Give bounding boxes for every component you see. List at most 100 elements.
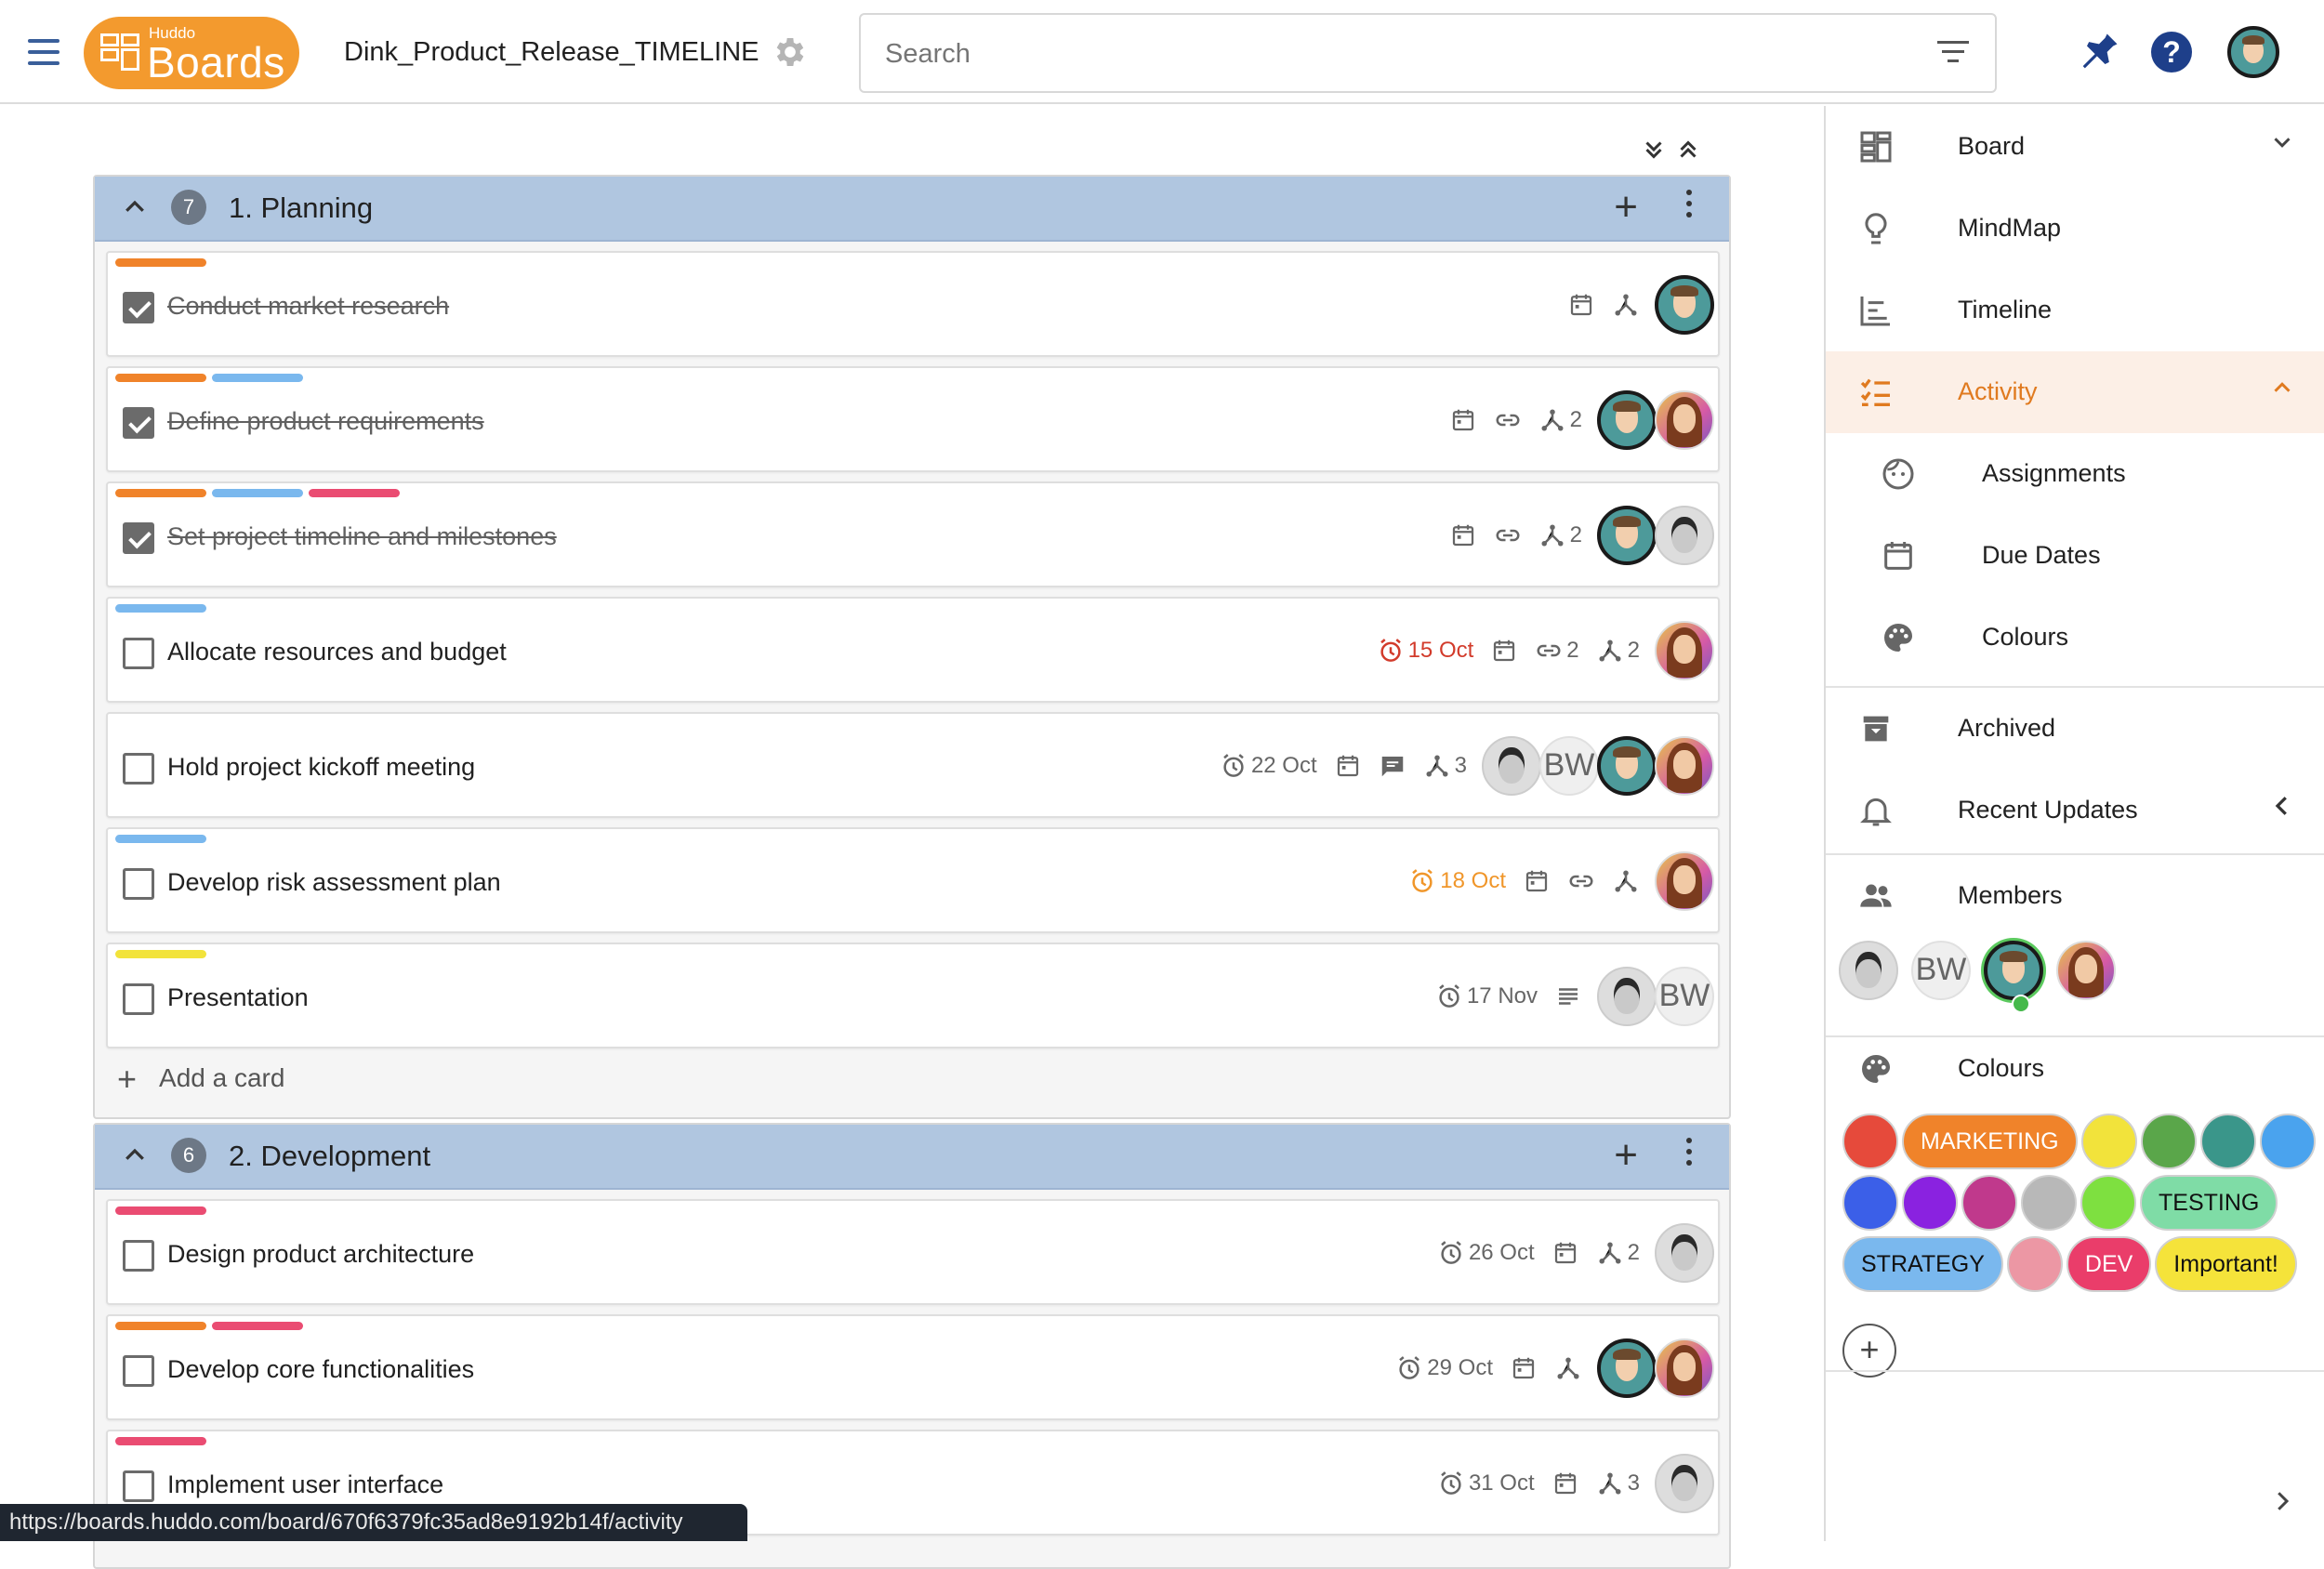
card[interactable]: Conduct market research xyxy=(106,251,1720,357)
colour-chip[interactable] xyxy=(2080,1175,2136,1231)
link-icon[interactable] xyxy=(1567,867,1595,895)
filter-icon[interactable] xyxy=(1937,41,1969,67)
link-icon[interactable]: 2 xyxy=(1535,637,1579,665)
collapse-list-chevron-icon[interactable] xyxy=(121,193,149,228)
pin-icon[interactable] xyxy=(2075,28,2123,76)
calendar-icon[interactable] xyxy=(1552,1470,1579,1497)
link-icon[interactable] xyxy=(1494,406,1522,434)
subtasks-icon[interactable]: 2 xyxy=(1596,1239,1640,1267)
description-icon[interactable] xyxy=(1554,982,1582,1010)
subtasks-icon[interactable]: 2 xyxy=(1538,406,1582,434)
card-title[interactable]: Allocate resources and budget xyxy=(167,638,507,666)
colour-chip[interactable] xyxy=(2006,1236,2063,1292)
card-checkbox[interactable] xyxy=(123,638,154,669)
user-avatar[interactable] xyxy=(2227,26,2279,78)
subtasks-icon[interactable] xyxy=(1612,867,1640,895)
calendar-icon[interactable] xyxy=(1510,1354,1538,1382)
assignee-avatar[interactable] xyxy=(1597,1338,1657,1398)
huddo-boards-logo[interactable]: Huddo Boards xyxy=(84,17,299,89)
assignee-avatar[interactable] xyxy=(1655,1454,1714,1513)
colour-chip[interactable] xyxy=(2021,1175,2077,1231)
list-title[interactable]: 1. Planning xyxy=(229,191,373,225)
chevron-down-icon[interactable] xyxy=(2268,128,2296,163)
card[interactable]: Set project timeline and milestones 2 xyxy=(106,481,1720,587)
member-avatar[interactable] xyxy=(1984,941,2043,1000)
due-date[interactable]: 31 Oct xyxy=(1437,1470,1535,1497)
assignee-avatar[interactable]: BW xyxy=(1655,967,1714,1026)
chevron-right-icon[interactable] xyxy=(2268,1487,2296,1523)
search-input[interactable] xyxy=(885,35,1815,73)
add-card-plus-icon[interactable]: + xyxy=(1614,1132,1638,1179)
card-title[interactable]: Design product architecture xyxy=(167,1240,474,1269)
sidebar-item-colours[interactable]: Colours xyxy=(1826,597,2324,679)
chevron-left-icon[interactable] xyxy=(2268,792,2296,826)
member-avatar[interactable] xyxy=(2056,941,2116,1000)
card-checkbox[interactable] xyxy=(123,292,154,323)
subtasks-icon[interactable] xyxy=(1554,1354,1582,1382)
card-checkbox[interactable] xyxy=(123,407,154,439)
colour-chip[interactable] xyxy=(1842,1175,1898,1231)
assignee-avatar[interactable] xyxy=(1655,1338,1714,1398)
card[interactable]: Hold project kickoff meeting 22 Oct 3 BW xyxy=(106,712,1720,818)
colour-chip[interactable] xyxy=(1961,1175,2017,1231)
card-checkbox[interactable] xyxy=(123,1470,154,1502)
add-card-plus-icon[interactable]: + xyxy=(1614,184,1638,231)
sidebar-item-due-dates[interactable]: Due Dates xyxy=(1826,515,2324,597)
sidebar-item-board[interactable]: Board xyxy=(1826,106,2324,188)
assignee-avatar[interactable] xyxy=(1655,736,1714,796)
calendar-icon[interactable] xyxy=(1567,291,1595,319)
colour-chip[interactable] xyxy=(1842,1114,1898,1169)
assignee-avatar[interactable] xyxy=(1655,621,1714,680)
colour-chip-labelled[interactable]: STRATEGY xyxy=(1842,1236,2003,1292)
card[interactable]: Presentation 17 Nov BW xyxy=(106,943,1720,1048)
sidebar-item-activity[interactable]: Activity xyxy=(1826,351,2324,433)
card-checkbox[interactable] xyxy=(123,983,154,1015)
calendar-icon[interactable] xyxy=(1449,406,1477,434)
assignee-avatar[interactable]: BW xyxy=(1539,736,1599,796)
link-icon[interactable] xyxy=(1494,521,1522,549)
card[interactable]: Allocate resources and budget 15 Oct 2 2 xyxy=(106,597,1720,703)
colour-chip-labelled[interactable]: DEV xyxy=(2066,1236,2152,1292)
card[interactable]: Design product architecture 26 Oct 2 xyxy=(106,1199,1720,1305)
sidebar-item-assignments[interactable]: Assignments xyxy=(1826,433,2324,515)
colour-chip-labelled[interactable]: TESTING xyxy=(2140,1175,2278,1231)
board-title[interactable]: Dink_Product_Release_TIMELINE xyxy=(344,37,759,68)
menu-icon[interactable] xyxy=(28,39,59,65)
sidebar-item-members[interactable]: Members xyxy=(1826,855,2324,937)
chevron-up-icon[interactable] xyxy=(2268,374,2296,408)
subtasks-icon[interactable]: 3 xyxy=(1596,1470,1640,1497)
collapse-all-icon[interactable] xyxy=(1674,134,1702,162)
card-checkbox[interactable] xyxy=(123,1355,154,1387)
comment-icon[interactable] xyxy=(1379,752,1406,780)
colour-chip-labelled[interactable]: MARKETING xyxy=(1902,1114,2078,1169)
card-checkbox[interactable] xyxy=(123,1240,154,1272)
card-title[interactable]: Develop core functionalities xyxy=(167,1355,474,1384)
card-title[interactable]: Conduct market research xyxy=(167,292,449,321)
calendar-icon[interactable] xyxy=(1523,867,1551,895)
colour-chip[interactable] xyxy=(2140,1114,2197,1169)
colour-chip[interactable] xyxy=(2080,1114,2137,1169)
colour-chip[interactable] xyxy=(2199,1114,2256,1169)
sidebar-item-archived[interactable]: Archived xyxy=(1826,688,2324,770)
calendar-icon[interactable] xyxy=(1334,752,1362,780)
subtasks-icon[interactable] xyxy=(1612,291,1640,319)
assignee-avatar[interactable] xyxy=(1655,1223,1714,1283)
subtasks-icon[interactable]: 2 xyxy=(1596,637,1640,665)
sidebar-item-colours-section[interactable]: Colours xyxy=(1826,1028,2324,1110)
colour-chip[interactable] xyxy=(1902,1175,1958,1231)
assignee-avatar[interactable] xyxy=(1597,506,1657,565)
card-checkbox[interactable] xyxy=(123,868,154,900)
member-avatar[interactable]: BW xyxy=(1911,941,1971,1000)
colour-chip-labelled[interactable]: Important! xyxy=(2155,1236,2297,1292)
card-title[interactable]: Presentation xyxy=(167,983,309,1012)
due-date[interactable]: 22 Oct xyxy=(1220,752,1317,780)
card-title[interactable]: Hold project kickoff meeting xyxy=(167,753,475,782)
expand-all-icon[interactable] xyxy=(1640,134,1674,162)
member-avatar[interactable] xyxy=(1839,941,1898,1000)
card[interactable]: Define product requirements 2 xyxy=(106,366,1720,472)
due-date[interactable]: 17 Nov xyxy=(1435,982,1538,1010)
card-title[interactable]: Develop risk assessment plan xyxy=(167,868,501,897)
list-title[interactable]: 2. Development xyxy=(229,1140,430,1173)
sidebar-item-recent-updates[interactable]: Recent Updates xyxy=(1826,770,2324,851)
assignee-avatar[interactable] xyxy=(1482,736,1541,796)
